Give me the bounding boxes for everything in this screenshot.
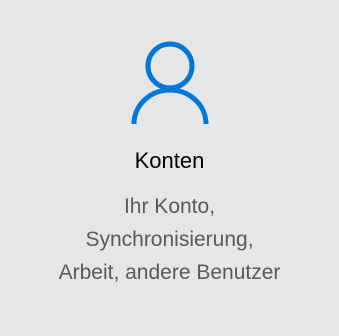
accounts-settings-tile[interactable]: Konten Ihr Konto, Synchronisierung, Arbe… xyxy=(0,0,339,336)
tile-title: Konten xyxy=(134,148,205,173)
description-line: Arbeit, andere Benutzer xyxy=(58,261,281,284)
tile-description: Ihr Konto, Synchronisierung, Arbeit, and… xyxy=(0,190,339,289)
description-line: Synchronisierung, xyxy=(85,228,254,251)
description-line: Ihr Konto, xyxy=(123,195,216,218)
user-icon xyxy=(120,30,220,130)
